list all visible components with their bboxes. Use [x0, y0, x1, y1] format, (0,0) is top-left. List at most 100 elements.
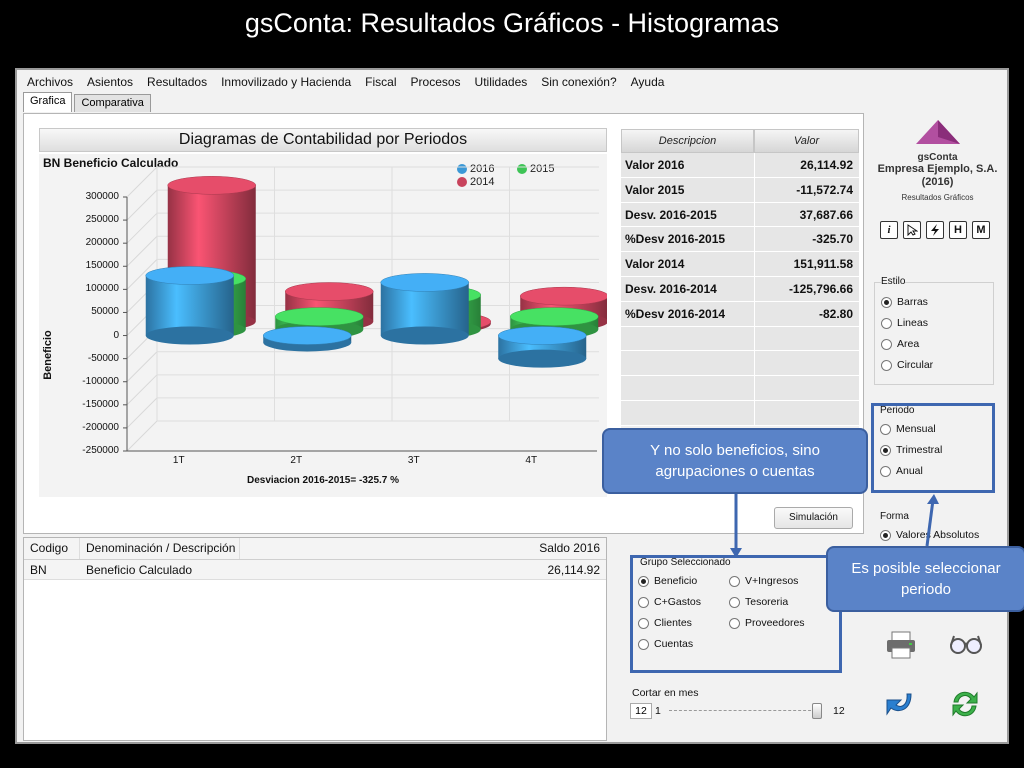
- stats-row: Valor 2014 151,911.58: [621, 252, 859, 277]
- slider-value-field[interactable]: 12: [630, 703, 652, 719]
- grupo-highlight: [630, 555, 842, 673]
- slide-title: gsConta: Resultados Gráficos - Histogram…: [244, 8, 780, 38]
- bar-bottom-2016-3T: [380, 326, 469, 345]
- stats-header-val: Valor: [754, 129, 859, 153]
- printer-icon[interactable]: [885, 630, 917, 665]
- grid-diagonal: [126, 189, 158, 221]
- estilo-title: Estilo: [881, 276, 906, 287]
- grid-diagonal: [126, 397, 158, 429]
- tab-grafica[interactable]: Grafica: [23, 92, 73, 112]
- simulacion-button[interactable]: Simulación: [774, 507, 853, 529]
- bar-bottom-2016-4T: [498, 349, 587, 368]
- menu-archivos[interactable]: Archivos: [27, 75, 73, 89]
- stats-row: Valor 2015 -11,572.74: [621, 177, 859, 203]
- stats-row-empty: [621, 400, 859, 426]
- chart-title: Diagramas de Contabilidad por Periodos: [39, 128, 607, 152]
- stats-header-desc: Descripcion: [621, 129, 754, 153]
- logo-subtitle: Resultados Gráficos: [901, 193, 974, 202]
- x-tick-label: 1T: [172, 455, 185, 466]
- stats-value: -82.80: [754, 301, 859, 326]
- callout-arrowhead-right: [927, 494, 939, 504]
- stats-label: Desv. 2016-2014: [621, 276, 754, 301]
- col-codigo: Codigo: [24, 538, 80, 559]
- grid-diagonal: [126, 374, 158, 406]
- estilo-option-area[interactable]: Area: [881, 338, 919, 350]
- app-window: Archivos Asientos Resultados Inmovilizad…: [15, 68, 1024, 744]
- menu-sin-conexion[interactable]: Sin conexión?: [541, 75, 616, 89]
- radio-icon[interactable]: [880, 529, 891, 541]
- refresh-icon[interactable]: [949, 688, 981, 725]
- y-tick-label: -150000: [82, 398, 119, 410]
- small-icon-bar: i H M: [880, 221, 995, 239]
- menu-fiscal[interactable]: Fiscal: [365, 75, 396, 89]
- menu-inmovilizado[interactable]: Inmovilizado y Hacienda: [221, 75, 351, 89]
- slider-min: 1: [655, 705, 661, 717]
- menu-procesos[interactable]: Procesos: [411, 75, 461, 89]
- menu-ayuda[interactable]: Ayuda: [631, 75, 665, 89]
- bar-top-2015-2T: [275, 307, 364, 326]
- table-row[interactable]: BN Beneficio Calculado 26,114.92: [24, 560, 606, 580]
- stats-value: 26,114.92: [754, 153, 859, 177]
- slider-label: Cortar en mes: [632, 687, 699, 699]
- bar-top-2016-3T: [380, 273, 469, 292]
- stats-row: Desv. 2016-2015 37,687.66: [621, 202, 859, 228]
- company-name: Empresa Ejemplo, S.A.: [877, 163, 998, 175]
- grid-diagonal: [126, 420, 158, 452]
- chart-svg: [123, 166, 607, 452]
- menu-utilidades[interactable]: Utilidades: [475, 75, 528, 89]
- stats-row-empty: [621, 351, 859, 377]
- stats-row-empty: [621, 326, 859, 352]
- forma-title: Forma: [880, 511, 909, 522]
- slider-thumb[interactable]: [812, 703, 822, 719]
- tab-comparativa[interactable]: Comparativa: [74, 94, 151, 112]
- callout-periodo: Es posible seleccionar periodo: [826, 546, 1024, 612]
- menu-resultados[interactable]: Resultados: [147, 75, 207, 89]
- estilo-option-barras[interactable]: Barras: [881, 296, 928, 308]
- radio-icon[interactable]: [881, 317, 892, 329]
- estilo-option-circular[interactable]: Circular: [881, 359, 933, 371]
- stats-label: Valor 2014: [621, 252, 754, 276]
- radio-icon[interactable]: [881, 296, 892, 308]
- y-tick-label: -100000: [82, 375, 119, 387]
- stats-label: Valor 2015: [621, 177, 754, 202]
- bottom-table-header: Codigo Denominación / Descripción Saldo …: [24, 538, 606, 560]
- estilo-option-lineas[interactable]: Lineas: [881, 317, 928, 329]
- slider-track[interactable]: [669, 710, 821, 712]
- back-arrow-icon[interactable]: [885, 688, 917, 725]
- info-icon[interactable]: i: [880, 221, 898, 239]
- stats-header: Descripcion Valor: [621, 129, 859, 153]
- x-tick-label: 4T: [525, 455, 538, 466]
- logo-block: gsConta Empresa Ejemplo, S.A. (2016) Res…: [872, 113, 1003, 202]
- bar-top-2014-4T: [520, 286, 607, 306]
- stats-label: Valor 2016: [621, 153, 754, 177]
- cursor-icon[interactable]: [903, 221, 921, 239]
- stats-row: %Desv 2016-2014 -82.80: [621, 301, 859, 327]
- stats-label: %Desv 2016-2015: [621, 227, 754, 252]
- gsconta-logo-icon: [915, 120, 960, 144]
- x-tick-label: 2T: [290, 455, 303, 466]
- stats-label: Desv. 2016-2015: [621, 202, 754, 227]
- y-tick-label: -250000: [82, 445, 119, 456]
- grid-diagonal: [126, 212, 158, 244]
- glasses-icon[interactable]: [949, 632, 983, 661]
- stats-value: 151,911.58: [754, 252, 859, 276]
- col-saldo: Saldo 2016: [539, 541, 600, 555]
- menu-asientos[interactable]: Asientos: [87, 75, 133, 89]
- stats-value: 37,687.66: [754, 202, 859, 227]
- estilo-group: Estilo Barras Lineas Area Circular: [874, 276, 994, 385]
- forma-option-valores[interactable]: Valores Absolutos: [880, 529, 979, 541]
- bar-top-2016-2T: [263, 326, 352, 345]
- lightning-icon[interactable]: [926, 221, 944, 239]
- y-tick-label: -50000: [87, 352, 119, 364]
- callout-agrupaciones: Y no solo beneficios, sino agrupaciones …: [602, 428, 868, 494]
- bar-top-2014-2T: [285, 282, 374, 301]
- m-icon[interactable]: M: [972, 221, 990, 239]
- y-tick-label: 150000: [85, 260, 119, 272]
- bar-top-2014-1T: [167, 176, 256, 195]
- radio-icon[interactable]: [881, 359, 892, 371]
- h-icon[interactable]: H: [949, 221, 967, 239]
- cell-saldo: 26,114.92: [547, 563, 601, 577]
- radio-icon[interactable]: [881, 338, 892, 350]
- bar-top-2016-4T: [498, 326, 587, 345]
- bar-top-2015-4T: [510, 307, 599, 326]
